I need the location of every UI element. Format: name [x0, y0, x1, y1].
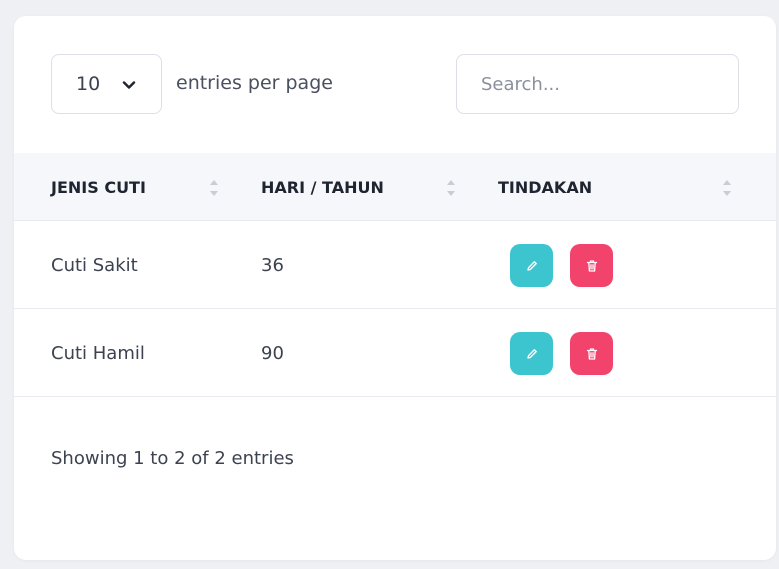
- column-header-jenis-cuti[interactable]: JENIS CUTI: [51, 153, 146, 221]
- table-row: Cuti Hamil 90: [14, 310, 776, 397]
- pencil-icon: [526, 260, 537, 271]
- edit-button[interactable]: [510, 332, 553, 375]
- search-input[interactable]: [456, 54, 739, 114]
- entries-card: 10 entries per page JENIS CUTI HARI / TA…: [14, 16, 776, 560]
- cell-jenis-cuti: Cuti Hamil: [51, 343, 145, 364]
- chevron-down-icon: [122, 81, 136, 89]
- column-header-label: TINDAKAN: [498, 177, 593, 197]
- pagination-info: Showing 1 to 2 of 2 entries: [51, 448, 294, 469]
- sort-icon[interactable]: [209, 179, 219, 197]
- sort-icon[interactable]: [722, 179, 732, 197]
- cell-hari-tahun: 36: [261, 255, 284, 276]
- trash-icon: [586, 259, 597, 272]
- per-page-label: entries per page: [176, 72, 333, 94]
- pencil-icon: [526, 348, 537, 359]
- per-page-value: 10: [76, 73, 101, 95]
- sort-icon[interactable]: [446, 179, 456, 197]
- delete-button[interactable]: [570, 332, 613, 375]
- column-header-label: JENIS CUTI: [51, 177, 146, 197]
- cell-hari-tahun: 90: [261, 343, 284, 364]
- column-header-tindakan[interactable]: TINDAKAN: [498, 153, 592, 221]
- column-header-label: HARI / TAHUN: [261, 177, 384, 197]
- entries-per-page-select[interactable]: 10: [51, 54, 162, 114]
- table-row: Cuti Sakit 36: [14, 222, 776, 309]
- table-toolbar: 10 entries per page: [14, 16, 776, 153]
- edit-button[interactable]: [510, 244, 553, 287]
- delete-button[interactable]: [570, 244, 613, 287]
- cell-jenis-cuti: Cuti Sakit: [51, 255, 138, 276]
- trash-icon: [586, 347, 597, 360]
- table-header: JENIS CUTI HARI / TAHUN TINDAKAN: [14, 153, 776, 221]
- column-header-hari-tahun[interactable]: HARI / TAHUN: [261, 153, 384, 221]
